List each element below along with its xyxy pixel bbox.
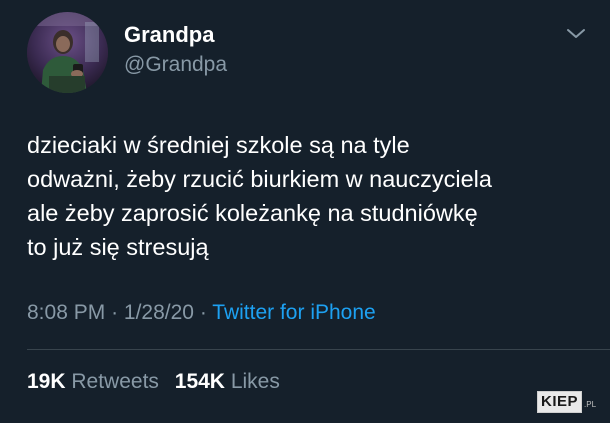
tweet-card: Grandpa @Grandpa dzieciaki w średniej sz…: [0, 0, 610, 423]
avatar[interactable]: [27, 12, 108, 93]
author-display-name[interactable]: Grandpa: [124, 22, 214, 48]
meta-separator: ·: [111, 301, 119, 324]
tweet-time[interactable]: 8:08 PM: [27, 301, 105, 324]
tweet-text-line: ale żeby zaprosić koleżankę na studniówk…: [27, 200, 478, 226]
tweet-source-link[interactable]: Twitter for iPhone: [212, 301, 375, 324]
likes-label[interactable]: Likes: [231, 370, 280, 393]
tweet-text-line: odważni, żeby rzucić biurkiem w nauczyci…: [27, 166, 492, 192]
retweets-count[interactable]: 19K: [27, 370, 66, 393]
watermark-text: KIEP: [537, 391, 583, 413]
tweet-text-line: dzieciaki w średniej szkole są na tyle: [27, 132, 410, 158]
watermark-suffix: .PL: [584, 400, 597, 409]
tweet-stats: 19K Retweets 154K Likes: [27, 370, 280, 394]
tweet-date[interactable]: 1/28/20: [124, 301, 194, 324]
divider: [27, 349, 610, 350]
watermark-logo: KIEP .PL: [537, 391, 597, 413]
tweet-text: dzieciaki w średniej szkole są na tyle o…: [27, 128, 587, 264]
likes-count[interactable]: 154K: [175, 370, 225, 393]
chevron-down-icon[interactable]: [564, 24, 588, 44]
tweet-text-line: to już się stresują: [27, 234, 209, 260]
retweets-label[interactable]: Retweets: [71, 370, 159, 393]
meta-separator: ·: [199, 301, 207, 324]
tweet-meta: 8:08 PM · 1/28/20 · Twitter for iPhone: [27, 301, 376, 325]
profile-photo-icon: [27, 12, 108, 93]
author-handle[interactable]: @Grandpa: [124, 53, 227, 77]
